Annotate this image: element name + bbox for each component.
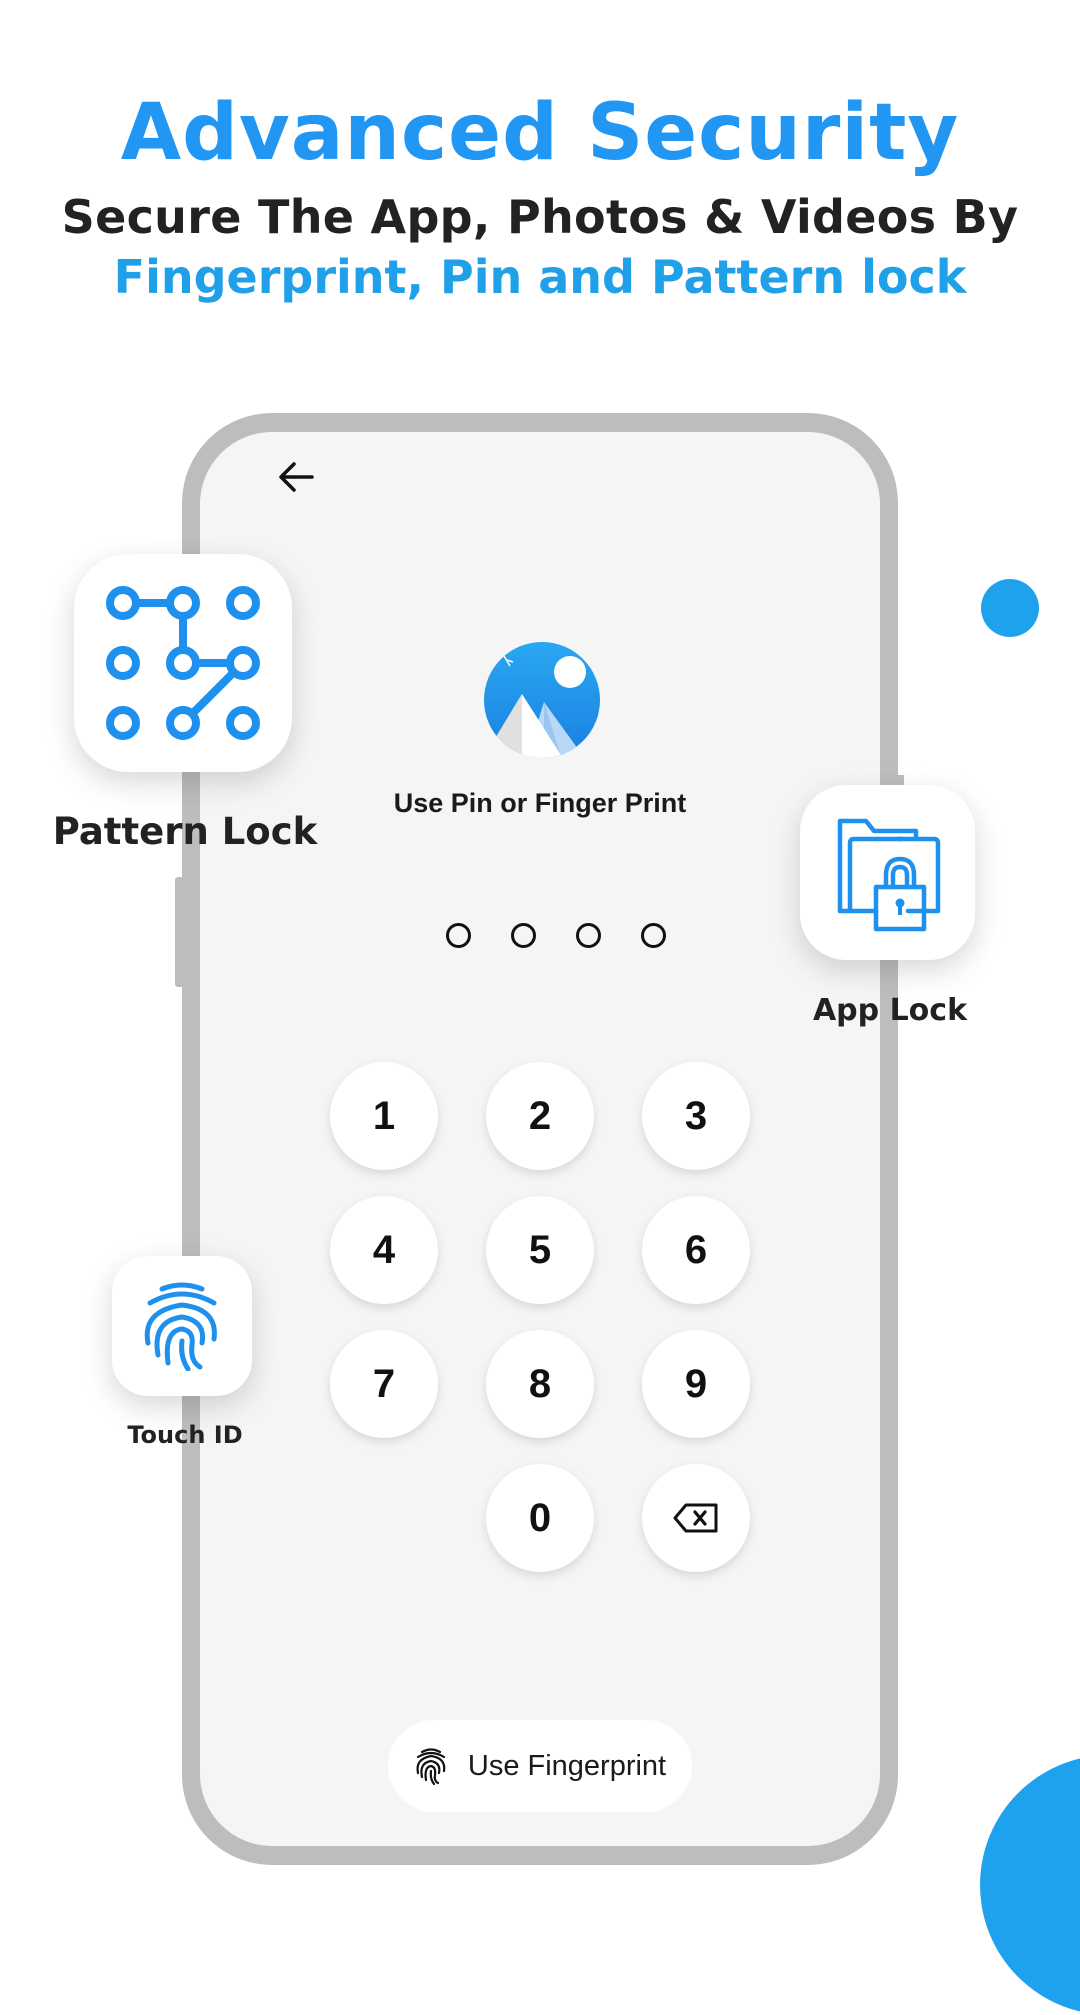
feature-label-app-lock: App Lock [812, 993, 968, 1028]
key-0[interactable]: 0 [486, 1464, 594, 1572]
folder-lock-icon [837, 818, 940, 931]
use-fingerprint-label: Use Fingerprint [467, 1749, 667, 1782]
pattern-lock-icon [106, 586, 260, 740]
feature-label-pattern-lock: Pattern Lock [52, 810, 318, 853]
key-1[interactable]: 1 [330, 1062, 438, 1170]
backspace-icon [673, 1503, 718, 1533]
key-9[interactable]: 9 [642, 1330, 750, 1438]
backspace-button[interactable] [642, 1464, 750, 1572]
key-4[interactable]: 4 [330, 1196, 438, 1304]
pin-dot [641, 923, 666, 948]
fingerprint-icon [416, 1748, 446, 1785]
feature-card-touch-id [112, 1256, 252, 1396]
feature-card-app-lock [800, 785, 975, 960]
arrow-left-icon [279, 462, 314, 492]
back-button[interactable] [268, 452, 324, 502]
decorative-dot-large [980, 1755, 1080, 2015]
unlock-prompt: Use Pin or Finger Print [393, 788, 687, 818]
pin-dot [511, 923, 536, 948]
key-2[interactable]: 2 [486, 1062, 594, 1170]
headline-subtitle-line1: Secure The App, Photos & Videos By [61, 190, 1019, 244]
pin-dot [446, 923, 471, 948]
gallery-mountain-icon [484, 642, 600, 758]
phone-side-button [175, 877, 183, 987]
key-7[interactable]: 7 [330, 1330, 438, 1438]
decorative-dot-small [981, 579, 1039, 637]
pin-keypad: 1 2 3 4 5 6 7 8 9 0 [330, 1062, 750, 1572]
key-3[interactable]: 3 [642, 1062, 750, 1170]
feature-card-pattern-lock [74, 554, 292, 772]
key-6[interactable]: 6 [642, 1196, 750, 1304]
feature-label-touch-id: Touch ID [127, 1421, 243, 1449]
use-fingerprint-button[interactable]: Use Fingerprint [388, 1720, 692, 1812]
key-5[interactable]: 5 [486, 1196, 594, 1304]
pin-dot [576, 923, 601, 948]
pin-indicator [446, 920, 666, 952]
fingerprint-icon [144, 1282, 217, 1371]
headline-title: Advanced Security [120, 88, 960, 178]
headline-subtitle-line2: Fingerprint, Pin and Pattern lock [113, 250, 967, 304]
key-8[interactable]: 8 [486, 1330, 594, 1438]
